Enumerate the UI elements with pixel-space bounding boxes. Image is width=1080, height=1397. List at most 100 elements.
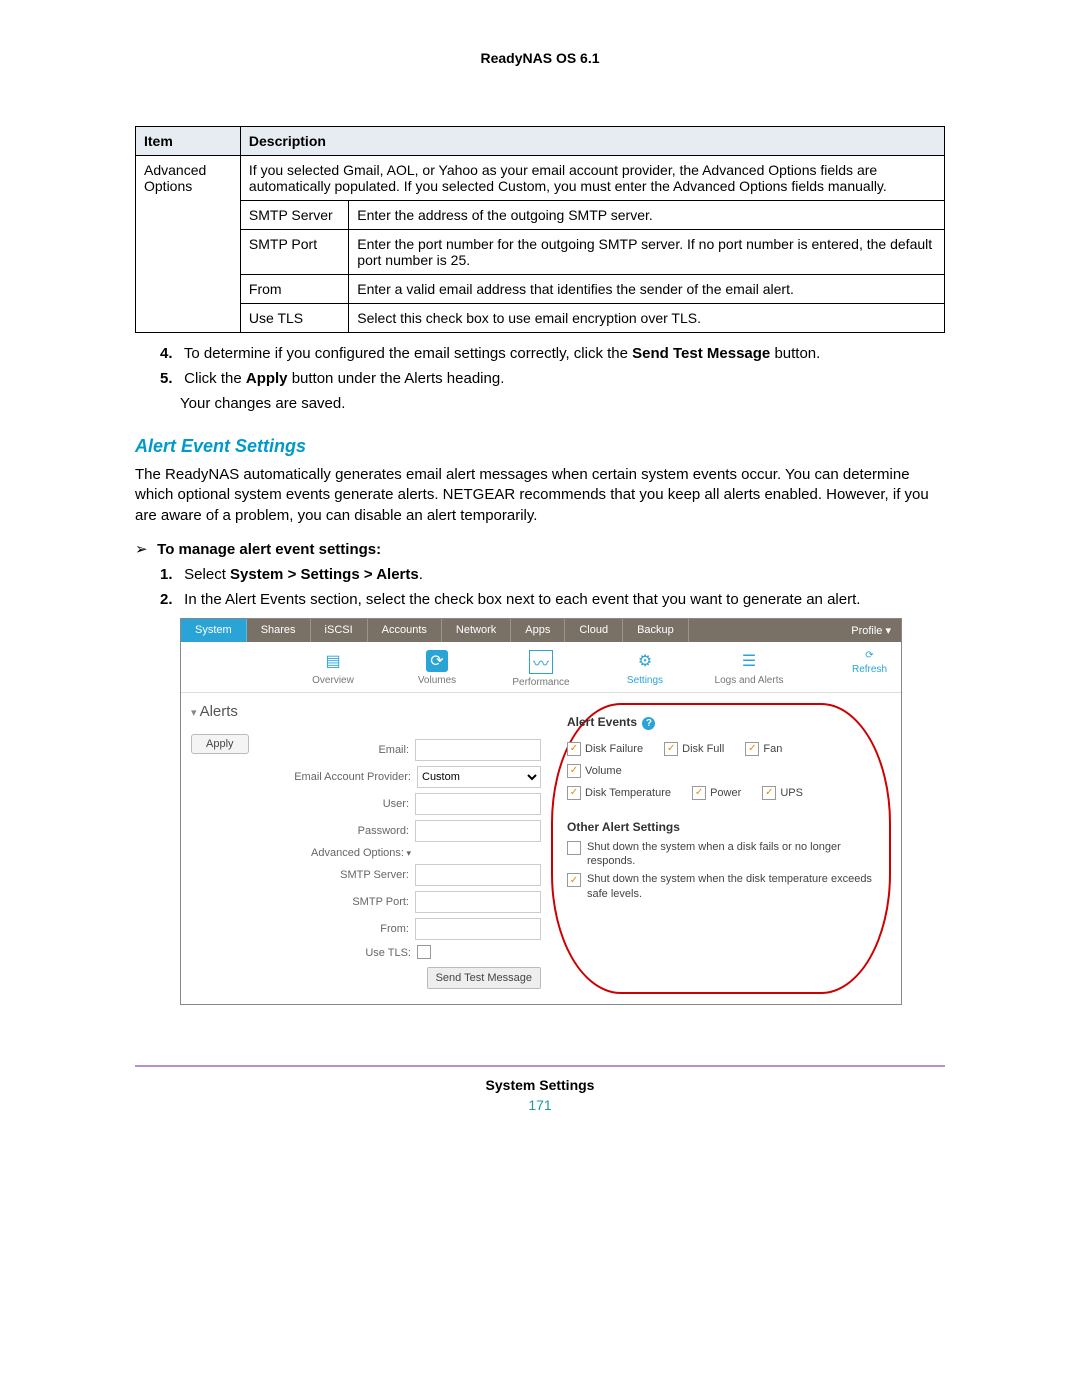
smtp-server-input[interactable] xyxy=(415,864,541,886)
lbl-provider: Email Account Provider: xyxy=(294,771,411,783)
alert-events-panel: Alert Events ? ✓Disk Failure ✓Disk Full … xyxy=(551,703,891,994)
advanced-options-table: Item Description Advanced Options If you… xyxy=(135,126,945,333)
step-5-post: button under the Alerts heading. xyxy=(288,370,505,387)
section-title: Alert Event Settings xyxy=(135,436,945,457)
iconbar-refresh[interactable]: ⟳ Refresh xyxy=(852,650,887,675)
tls-checkbox[interactable] xyxy=(417,945,431,959)
td-from-v: Enter a valid email address that identif… xyxy=(349,275,945,304)
refresh-icon: ⟳ xyxy=(865,650,873,661)
alerts-heading[interactable]: Alerts xyxy=(191,703,541,720)
procedure-lead: ➢ To manage alert event settings: xyxy=(135,540,945,558)
lbl-from: From: xyxy=(380,923,409,935)
td-from-k: From xyxy=(240,275,348,304)
proc-step-2: 2. In the Alert Events section, select t… xyxy=(160,591,945,608)
proc-1-pre: Select xyxy=(184,566,230,583)
cbx-disk-full[interactable]: ✓Disk Full xyxy=(664,742,724,756)
proc-step-1: 1. Select System > Settings > Alerts. xyxy=(160,566,945,583)
from-input[interactable] xyxy=(415,918,541,940)
step-5: 5. Click the Apply button under the Aler… xyxy=(160,370,945,387)
lbl-tls: Use TLS: xyxy=(365,947,411,959)
lbl-advanced[interactable]: Advanced Options: xyxy=(311,847,411,859)
other-line-2[interactable]: ✓ Shut down the system when the disk tem… xyxy=(567,872,875,901)
step-4-pre: To determine if you configured the email… xyxy=(184,345,632,362)
step-5-bold: Apply xyxy=(246,370,288,387)
td-smtp-port-v: Enter the port number for the outgoing S… xyxy=(349,230,945,275)
screenshot: System Shares iSCSI Accounts Network App… xyxy=(180,618,902,1005)
td-smtp-port-k: SMTP Port xyxy=(240,230,348,275)
tab-cloud[interactable]: Cloud xyxy=(565,619,623,642)
performance-icon: 〰 xyxy=(529,650,553,674)
footer-rule xyxy=(135,1065,945,1067)
tab-accounts[interactable]: Accounts xyxy=(368,619,442,642)
step-4-bold: Send Test Message xyxy=(632,345,770,362)
proc-1-post: . xyxy=(419,566,423,583)
overview-label: Overview xyxy=(312,675,354,686)
td-smtp-server-v: Enter the address of the outgoing SMTP s… xyxy=(349,201,945,230)
td-adv-desc: If you selected Gmail, AOL, or Yahoo as … xyxy=(240,156,944,201)
other-alert-heading: Other Alert Settings xyxy=(567,820,875,834)
tab-shares[interactable]: Shares xyxy=(247,619,311,642)
overview-icon: ▤ xyxy=(322,650,344,672)
cbx-disk-failure[interactable]: ✓Disk Failure xyxy=(567,742,643,756)
password-input[interactable] xyxy=(415,820,541,842)
performance-label: Performance xyxy=(512,677,569,688)
proc-1-bold: System > Settings > Alerts xyxy=(230,566,419,583)
cbx-volume[interactable]: ✓Volume xyxy=(567,764,622,778)
gear-icon: ⚙ xyxy=(634,650,656,672)
step-5-note: Your changes are saved. xyxy=(180,395,945,412)
arrow-icon: ➢ xyxy=(135,540,153,558)
iconbar-logs[interactable]: ☰ Logs and Alerts xyxy=(714,650,784,688)
td-advanced-options: Advanced Options xyxy=(136,156,241,333)
cbx-ups[interactable]: ✓UPS xyxy=(762,786,803,800)
send-test-message-button[interactable]: Send Test Message xyxy=(427,967,541,989)
tab-backup[interactable]: Backup xyxy=(623,619,689,642)
volumes-label: Volumes xyxy=(418,675,456,686)
th-item: Item xyxy=(136,127,241,156)
iconbar-settings[interactable]: ⚙ Settings xyxy=(610,650,680,688)
refresh-label: Refresh xyxy=(852,664,887,675)
logs-label: Logs and Alerts xyxy=(715,675,784,686)
doc-header: ReadyNAS OS 6.1 xyxy=(135,50,945,66)
step-5-pre: Click the xyxy=(184,370,246,387)
alert-events-heading: Alert Events xyxy=(567,715,637,729)
lbl-email: Email: xyxy=(378,744,409,756)
step-4: 4. To determine if you configured the em… xyxy=(160,345,945,362)
td-smtp-server-k: SMTP Server xyxy=(240,201,348,230)
icon-bar: ▤ Overview ⟳ Volumes 〰 Performance ⚙ Set… xyxy=(181,642,901,693)
proc-2-text: In the Alert Events section, select the … xyxy=(184,591,860,608)
tab-network[interactable]: Network xyxy=(442,619,511,642)
other-line-1[interactable]: Shut down the system when a disk fails o… xyxy=(567,840,875,869)
lbl-smtp-server: SMTP Server: xyxy=(340,869,409,881)
settings-label: Settings xyxy=(627,675,663,686)
email-input[interactable] xyxy=(415,739,541,761)
tab-iscsi[interactable]: iSCSI xyxy=(311,619,368,642)
footer-label: System Settings xyxy=(135,1077,945,1093)
provider-select[interactable]: Custom xyxy=(417,766,541,788)
smtp-port-input[interactable] xyxy=(415,891,541,913)
iconbar-overview[interactable]: ▤ Overview xyxy=(298,650,368,688)
footer-page: 171 xyxy=(135,1097,945,1113)
tab-apps[interactable]: Apps xyxy=(511,619,565,642)
step-4-post: button. xyxy=(770,345,820,362)
user-input[interactable] xyxy=(415,793,541,815)
apply-button[interactable]: Apply xyxy=(191,734,249,754)
iconbar-volumes[interactable]: ⟳ Volumes xyxy=(402,650,472,688)
cbx-power[interactable]: ✓Power xyxy=(692,786,741,800)
lbl-smtp-port: SMTP Port: xyxy=(352,896,409,908)
procedure-lead-text: To manage alert event settings: xyxy=(157,541,381,558)
th-desc: Description xyxy=(240,127,944,156)
list-icon: ☰ xyxy=(738,650,760,672)
cbx-disk-temp[interactable]: ✓Disk Temperature xyxy=(567,786,671,800)
cbx-fan[interactable]: ✓Fan xyxy=(745,742,782,756)
iconbar-performance[interactable]: 〰 Performance xyxy=(506,650,576,688)
tab-profile[interactable]: Profile ▾ xyxy=(841,619,901,642)
top-tabs: System Shares iSCSI Accounts Network App… xyxy=(181,619,901,642)
section-para: The ReadyNAS automatically generates ema… xyxy=(135,465,945,526)
tab-system[interactable]: System xyxy=(181,619,247,642)
volumes-icon: ⟳ xyxy=(426,650,448,672)
td-tls-k: Use TLS xyxy=(240,304,348,333)
help-icon[interactable]: ? xyxy=(642,717,655,730)
lbl-password: Password: xyxy=(358,825,409,837)
lbl-user: User: xyxy=(383,798,409,810)
td-tls-v: Select this check box to use email encry… xyxy=(349,304,945,333)
